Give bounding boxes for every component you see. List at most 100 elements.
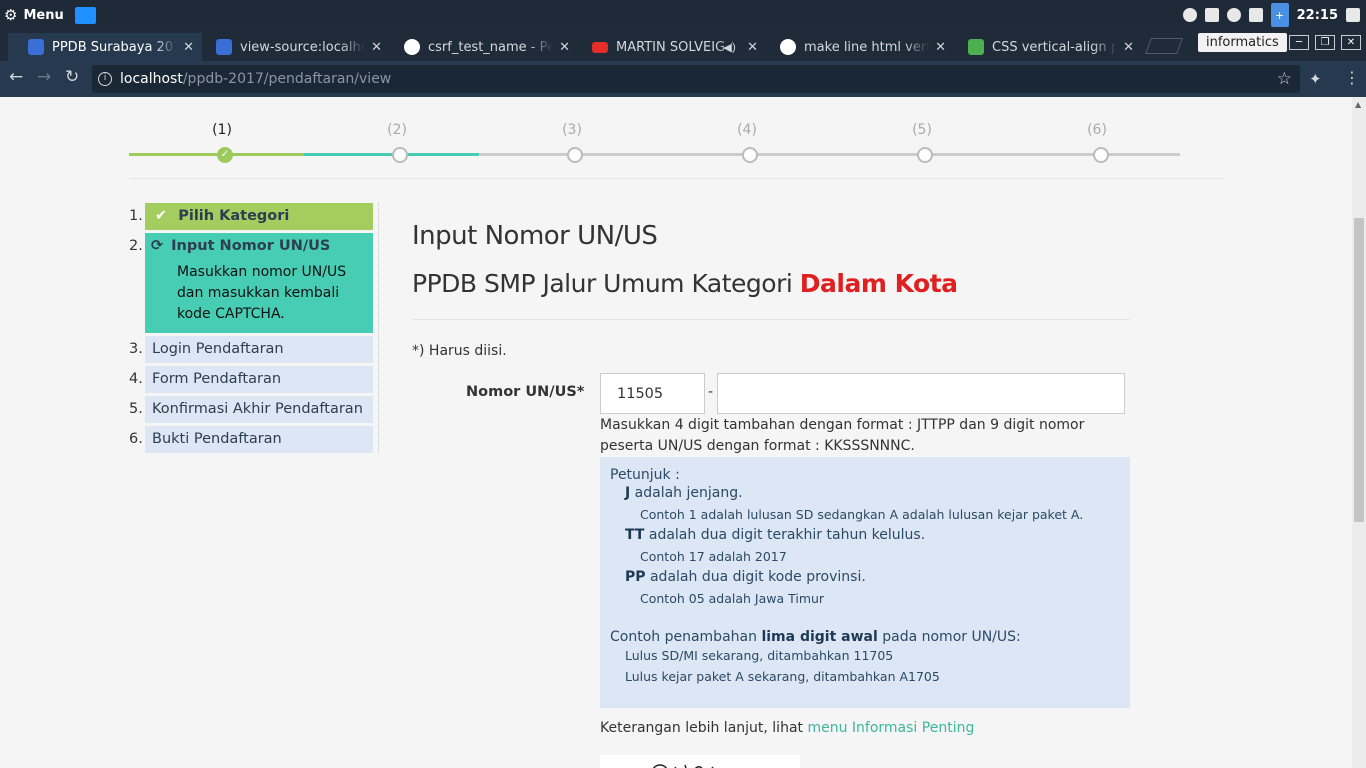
info-icon[interactable]: i (98, 72, 112, 86)
nomor-un-prefix-input[interactable] (600, 373, 705, 414)
close-window-button[interactable]: ✕ (1341, 35, 1361, 50)
os-menu-button[interactable]: ⚙ Menu (4, 6, 64, 24)
sidebar-item-konfirmasi[interactable]: Konfirmasi Akhir Pendaftaran (145, 396, 373, 423)
profile-button[interactable]: informatics (1198, 33, 1287, 52)
step-label: (3) (562, 122, 582, 138)
step-label: (2) (387, 122, 407, 138)
step-number: 2. (129, 238, 143, 254)
address-bar[interactable]: i localhost/ppdb-2017/pendaftaran/view ☆ (92, 65, 1300, 93)
more-info-text: Keterangan lebih lanjut, lihat (600, 720, 808, 736)
sidebar-item-label: Form Pendaftaran (152, 371, 282, 387)
close-icon[interactable]: ✕ (1123, 40, 1134, 55)
back-icon[interactable]: ← (9, 67, 23, 87)
forward-icon[interactable]: → (37, 67, 51, 87)
display-icon[interactable] (1346, 8, 1360, 22)
sidebar-item-bukti[interactable]: Bukti Pendaftaran (145, 426, 373, 453)
check-icon: ✔ (155, 208, 168, 224)
reload-icon[interactable]: ↻ (65, 67, 79, 87)
url-host: localhost (120, 71, 183, 87)
page-scrollbar[interactable]: ▲ (1352, 97, 1366, 768)
browser-tab[interactable]: view-source:localhost ✕ (196, 33, 390, 61)
step-label: (5) (912, 122, 932, 138)
sidebar-item-label: Login Pendaftaran (152, 341, 284, 357)
tab-title: CSS vertical-align pro (992, 39, 1117, 55)
hint-key: lima digit awal (761, 629, 878, 645)
url-path: /ppdb-2017/pendaftaran/view (182, 71, 392, 87)
bookmark-star-icon[interactable]: ☆ (1277, 69, 1292, 89)
new-tab-button[interactable] (1145, 38, 1183, 54)
nomor-un-label: Nomor UN/US* (466, 384, 585, 400)
hint-example: Contoh 17 adalah 2017 (640, 549, 787, 564)
gear-icon: ⚙ (4, 6, 18, 24)
step-number: 4. (129, 371, 143, 387)
step-dot (742, 147, 758, 163)
tab-title: csrf_test_name - Pen (428, 39, 553, 55)
ppdb-icon (28, 39, 44, 55)
hint-row: TT adalah dua digit terakhir tahun kelul… (610, 525, 1120, 546)
captcha-graphic (652, 764, 714, 768)
field-help-text: Masukkan 4 digit tambahan dengan format … (600, 417, 1085, 454)
minimize-button[interactable]: ─ (1289, 35, 1309, 50)
close-icon[interactable]: ✕ (559, 40, 570, 55)
subtitle-text: PPDB SMP Jalur Umum Kategori (412, 269, 800, 298)
volume-icon[interactable] (1248, 8, 1263, 22)
step-number: 6. (129, 431, 143, 447)
wifi-icon[interactable] (1226, 8, 1241, 22)
sidebar-item-label: Input Nomor UN/US (171, 238, 331, 254)
tab-title: view-source:localhost (240, 39, 365, 55)
tab-title: PPDB Surabaya 2017 (52, 39, 177, 55)
clock[interactable]: 22:15 (1297, 8, 1338, 23)
progress-track-pending (479, 153, 1180, 156)
browser-tab[interactable]: MARTIN SOLVEIG ( ◀) ✕ (572, 33, 766, 61)
divider (412, 319, 1130, 320)
hint-heading: Petunjuk : (610, 467, 680, 483)
google-icon (404, 39, 420, 55)
step-dot (567, 147, 583, 163)
close-icon[interactable]: ✕ (183, 40, 194, 55)
extension-icon[interactable]: ✦ (1309, 70, 1322, 88)
hint-text: Contoh penambahan (610, 629, 762, 645)
hint-text: adalah jenjang. (630, 485, 743, 501)
close-icon[interactable]: ✕ (371, 40, 382, 55)
browser-tab[interactable]: make line html vertic ✕ (760, 33, 954, 61)
youtube-icon (592, 41, 608, 53)
scrollbar-thumb[interactable] (1354, 218, 1364, 522)
browser-tab[interactable]: csrf_test_name - Pen ✕ (384, 33, 578, 61)
field-separator: - (708, 384, 714, 400)
sidebar-item-label: Pilih Kategori (178, 208, 290, 224)
step-dot (392, 147, 408, 163)
divider (378, 203, 379, 453)
hint-row: PP adalah dua digit kode provinsi. (610, 567, 1120, 588)
more-menu-icon[interactable]: ⋮ (1344, 68, 1360, 87)
browser-tab[interactable]: CSS vertical-align pro ✕ (948, 33, 1142, 61)
file-manager-icon[interactable] (75, 7, 96, 24)
browser-tab[interactable]: PPDB Surabaya 2017 ✕ (8, 33, 202, 61)
browser-toolbar: ← → ↻ i localhost/ppdb-2017/pendaftaran/… (0, 61, 1366, 97)
ppdb-icon (216, 39, 232, 55)
os-menu-label: Menu (23, 7, 64, 23)
sidebar-item-login[interactable]: Login Pendaftaran (145, 336, 373, 363)
page-title: Input Nomor UN/US (412, 221, 658, 251)
close-icon[interactable]: ✕ (747, 40, 758, 55)
step-dot (917, 147, 933, 163)
maximize-button[interactable]: ❐ (1315, 35, 1335, 50)
sidebar-item-label: Konfirmasi Akhir Pendaftaran (152, 401, 363, 417)
hint-example: Contoh 05 adalah Jawa Timur (640, 591, 825, 606)
scroll-up-icon[interactable]: ▲ (1355, 100, 1361, 109)
informasi-penting-link[interactable]: menu Informasi Penting (807, 720, 974, 736)
refresh-icon: ⟳ (151, 238, 164, 254)
user-icon[interactable] (1182, 8, 1197, 22)
google-icon (780, 39, 796, 55)
sidebar-item-input-nomor[interactable]: ⟳ Input Nomor UN/US Masukkan nomor UN/US … (145, 233, 373, 333)
sidebar-item-form[interactable]: Form Pendaftaran (145, 366, 373, 393)
nomor-un-input[interactable] (717, 373, 1125, 414)
hint-text: adalah dua digit terakhir tahun kelulus. (644, 527, 926, 543)
os-taskbar: ⚙ Menu + 22:15 (0, 0, 1366, 30)
sidebar-item-pilih-kategori[interactable]: ✔ Pilih Kategori (145, 203, 373, 230)
close-icon[interactable]: ✕ (935, 40, 946, 55)
speaker-icon[interactable]: ◀) (723, 41, 736, 54)
sidebar-item-description: Masukkan nomor UN/US dan masukkan kembal… (177, 264, 347, 322)
hint-example: Contoh 1 adalah lulusan SD sedangkan A a… (640, 507, 1084, 522)
update-icon[interactable] (1204, 8, 1219, 22)
battery-icon[interactable]: + (1270, 3, 1289, 27)
